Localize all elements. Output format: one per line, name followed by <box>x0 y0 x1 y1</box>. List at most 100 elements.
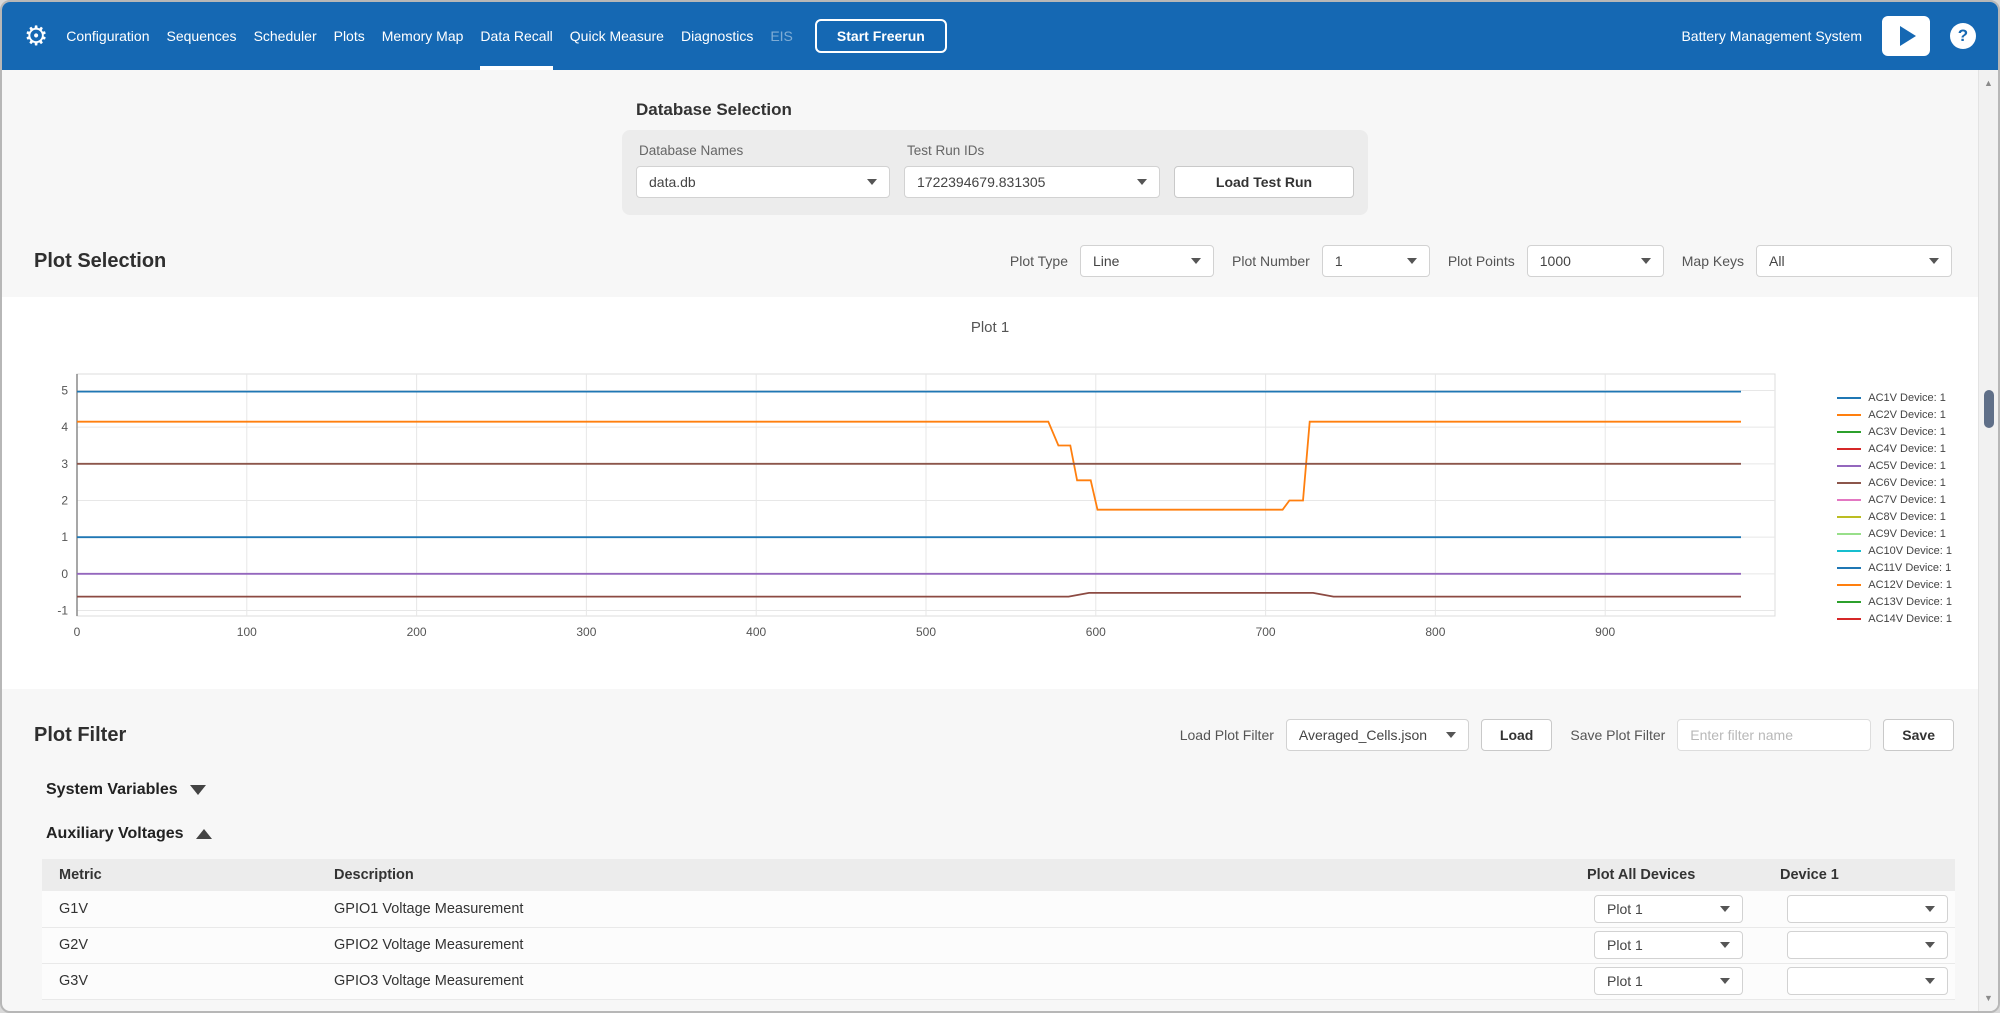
legend-item[interactable]: AC1V Device: 1 <box>1837 389 1952 406</box>
help-icon[interactable]: ? <box>1950 23 1976 49</box>
device-1-dropdown[interactable] <box>1787 967 1948 995</box>
scrollbar-up-arrow[interactable]: ▲ <box>1979 72 1998 94</box>
legend-item[interactable]: AC7V Device: 1 <box>1837 491 1952 508</box>
legend-swatch <box>1837 516 1861 518</box>
plot-all-devices-dropdown[interactable]: Plot 1 <box>1594 931 1743 959</box>
table-row-g1v: G1VGPIO1 Voltage MeasurementPlot 1 <box>42 891 1955 927</box>
legend-label: AC5V Device: 1 <box>1868 460 1946 472</box>
legend-item[interactable]: AC8V Device: 1 <box>1837 508 1952 525</box>
legend-label: AC4V Device: 1 <box>1868 443 1946 455</box>
nav-item-data-recall[interactable]: Data Recall <box>480 2 552 70</box>
svg-text:800: 800 <box>1425 625 1445 639</box>
legend-item[interactable]: AC12V Device: 1 <box>1837 576 1952 593</box>
load-filter-button[interactable]: Load <box>1481 719 1552 751</box>
scrollbar-thumb[interactable] <box>1984 390 1994 428</box>
chevron-down-icon <box>1929 258 1939 264</box>
nav-item-diagnostics[interactable]: Diagnostics <box>681 2 753 70</box>
auxiliary-voltages-table: MetricDescriptionPlot All DevicesDevice … <box>42 859 1955 1000</box>
plot-type-label: Plot Type <box>1010 253 1068 269</box>
legend-item[interactable]: AC5V Device: 1 <box>1837 457 1952 474</box>
device-1-dropdown[interactable] <box>1787 931 1948 959</box>
database-names-value: data.db <box>649 174 696 190</box>
nav-item-scheduler[interactable]: Scheduler <box>254 2 317 70</box>
legend-item[interactable]: AC11V Device: 1 <box>1837 559 1952 576</box>
plot-type-value: Line <box>1093 253 1119 269</box>
legend-label: AC9V Device: 1 <box>1868 528 1946 540</box>
legend-swatch <box>1837 397 1861 399</box>
plot-all-devices-dropdown[interactable]: Plot 1 <box>1594 895 1743 923</box>
chevron-down-icon <box>1720 942 1730 948</box>
legend-item[interactable]: AC3V Device: 1 <box>1837 423 1952 440</box>
legend-label: AC2V Device: 1 <box>1868 409 1946 421</box>
auxiliary-voltages-label: Auxiliary Voltages <box>46 825 184 843</box>
nav-item-configuration[interactable]: Configuration <box>66 2 149 70</box>
legend-label: AC8V Device: 1 <box>1868 511 1946 523</box>
test-run-ids-group: Test Run IDs 1722394679.831305 <box>904 143 1160 198</box>
metric-cell: G1V <box>42 891 334 927</box>
load-plot-filter-dropdown[interactable]: Averaged_Cells.json <box>1286 719 1469 751</box>
legend-swatch <box>1837 533 1861 535</box>
filter-name-input[interactable] <box>1677 719 1871 751</box>
plot-type-dropdown[interactable]: Line <box>1080 245 1214 277</box>
legend-item[interactable]: AC10V Device: 1 <box>1837 542 1952 559</box>
database-selection-panel: Database Names data.db Test Run IDs 1722… <box>622 130 1368 215</box>
system-variables-toggle[interactable]: System Variables <box>46 781 206 799</box>
plot-filter-bar: Plot Filter Load Plot Filter Averaged_Ce… <box>2 715 1978 755</box>
nav-item-quick-measure[interactable]: Quick Measure <box>570 2 664 70</box>
app-title: Battery Management System <box>1681 28 1862 44</box>
legend-swatch <box>1837 499 1861 501</box>
plot-points-value: 1000 <box>1540 253 1571 269</box>
legend-label: AC14V Device: 1 <box>1868 613 1952 625</box>
nav-item-plots[interactable]: Plots <box>334 2 365 70</box>
legend-item[interactable]: AC2V Device: 1 <box>1837 406 1952 423</box>
scrollbar-down-arrow[interactable]: ▼ <box>1979 987 1998 1009</box>
legend-item[interactable]: AC13V Device: 1 <box>1837 593 1952 610</box>
legend-item[interactable]: AC14V Device: 1 <box>1837 610 1952 627</box>
legend-label: AC6V Device: 1 <box>1868 477 1946 489</box>
nav-item-sequences[interactable]: Sequences <box>167 2 237 70</box>
start-freerun-button[interactable]: Start Freerun <box>815 19 947 53</box>
legend-item[interactable]: AC9V Device: 1 <box>1837 525 1952 542</box>
save-filter-button[interactable]: Save <box>1883 719 1954 751</box>
auxiliary-voltages-toggle[interactable]: Auxiliary Voltages <box>46 825 212 843</box>
svg-text:3: 3 <box>61 457 68 471</box>
svg-text:300: 300 <box>576 625 596 639</box>
legend-label: AC12V Device: 1 <box>1868 579 1952 591</box>
plot-all-devices-dropdown[interactable]: Plot 1 <box>1594 967 1743 995</box>
app-window: ⚙ Configuration Sequences Scheduler Plots Me… <box>0 0 2000 1013</box>
map-keys-label: Map Keys <box>1682 253 1744 269</box>
top-navbar: ⚙ Configuration Sequences Scheduler Plots Me… <box>2 2 1998 70</box>
nav-item-eis[interactable]: EIS <box>770 2 793 70</box>
settings-gear-icon[interactable]: ⚙ <box>24 23 48 50</box>
main-nav: Configuration Sequences Scheduler Plots Memo… <box>66 2 793 70</box>
svg-text:5: 5 <box>61 384 68 398</box>
save-plot-filter-label: Save Plot Filter <box>1570 727 1665 743</box>
test-run-ids-dropdown[interactable]: 1722394679.831305 <box>904 166 1160 198</box>
legend-swatch <box>1837 550 1861 552</box>
plot-number-value: 1 <box>1335 253 1343 269</box>
database-selection-title: Database Selection <box>636 100 1978 120</box>
database-names-dropdown[interactable]: data.db <box>636 166 890 198</box>
nav-item-memory-map[interactable]: Memory Map <box>382 2 464 70</box>
chevron-down-icon <box>190 785 206 795</box>
svg-text:0: 0 <box>61 567 68 581</box>
device-1-dropdown[interactable] <box>1787 895 1948 923</box>
column-header-device-1: Device 1 <box>1780 859 1955 891</box>
load-test-run-button[interactable]: Load Test Run <box>1174 166 1354 198</box>
map-keys-value: All <box>1769 253 1785 269</box>
legend-item[interactable]: AC4V Device: 1 <box>1837 440 1952 457</box>
plot-number-label: Plot Number <box>1232 253 1310 269</box>
plot-number-dropdown[interactable]: 1 <box>1322 245 1430 277</box>
load-plot-filter-value: Averaged_Cells.json <box>1299 727 1427 743</box>
map-keys-dropdown[interactable]: All <box>1756 245 1952 277</box>
legend-item[interactable]: AC6V Device: 1 <box>1837 474 1952 491</box>
plot-points-dropdown[interactable]: 1000 <box>1527 245 1664 277</box>
legend-label: AC13V Device: 1 <box>1868 596 1952 608</box>
plot-selection-controls: Plot Type Line Plot Number 1 Plot Points… <box>1004 245 1952 277</box>
vertical-scrollbar[interactable]: ▲ ▼ <box>1978 70 1998 1011</box>
play-button[interactable] <box>1882 16 1930 56</box>
load-plot-filter-label: Load Plot Filter <box>1180 727 1274 743</box>
line-chart[interactable]: 0100200300400500600700800900543210-1 <box>42 344 1782 644</box>
description-cell: GPIO3 Voltage Measurement <box>334 963 1587 999</box>
svg-text:1: 1 <box>61 530 68 544</box>
